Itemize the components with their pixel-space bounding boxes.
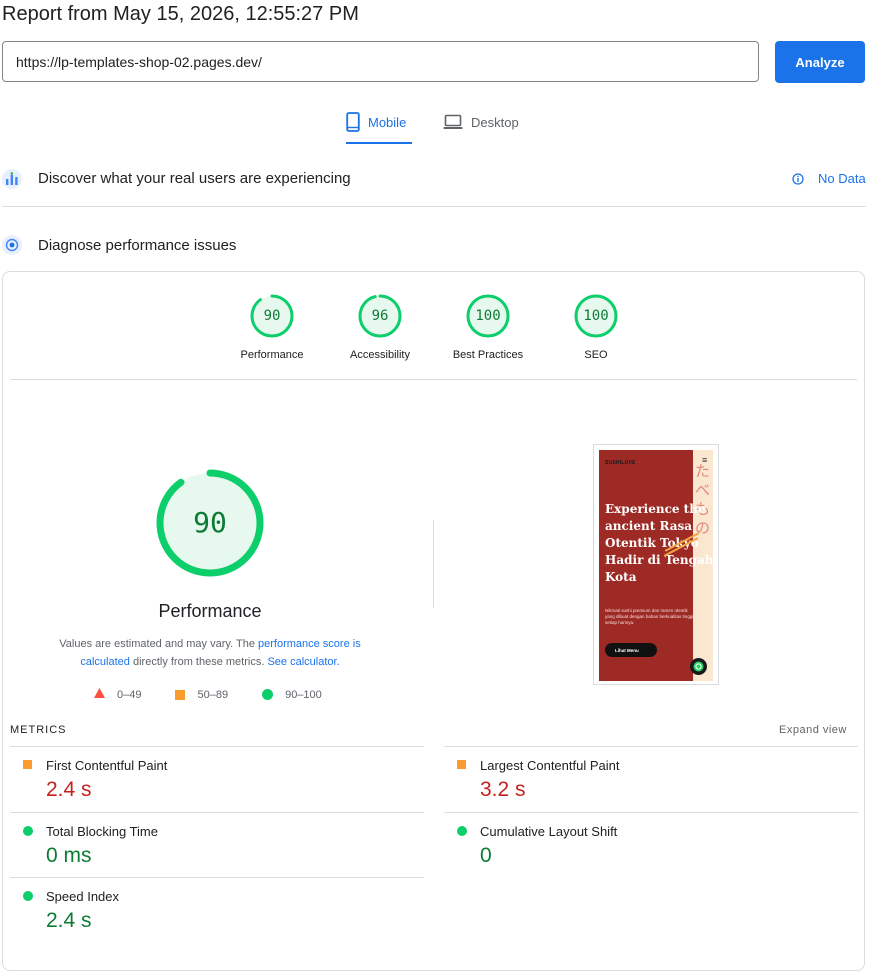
laptop-icon — [443, 114, 463, 129]
screenshot-heading: Experience the ancient Rasa Otentik Toky… — [605, 502, 713, 584]
performance-score: 90 — [263, 308, 281, 324]
field-data-title: Discover what your real users are experi… — [38, 170, 351, 187]
metric-name: Speed Index — [46, 889, 120, 904]
screenshot-body-text: Nikmati sushi premium dan ramen otentik … — [605, 608, 694, 625]
disclaimer-text-1: Values are estimated and may vary. The — [59, 638, 258, 650]
report-title: Report from May 15, 2026, 12:55:27 PM — [2, 3, 359, 25]
metric-speed-index: Speed Index 2.4 s — [10, 877, 424, 942]
best-practices-label: Best Practices — [452, 349, 524, 361]
field-data-status[interactable]: No Data — [792, 171, 866, 186]
screenshot-hero: SUSHILOVE ≡ たべもの Experience the ancient … — [599, 450, 713, 681]
tab-mobile-label: Mobile — [368, 114, 407, 130]
legend-average: 50–89 — [175, 689, 228, 701]
metric-total-blocking-time: Total Blocking Time 0 ms — [10, 812, 424, 877]
seo-gauge[interactable]: 100 SEO — [548, 294, 644, 361]
tab-mobile[interactable]: Mobile — [346, 110, 412, 144]
disclaimer-text-2: directly from these metrics. — [129, 656, 268, 668]
tab-desktop-label: Desktop — [471, 114, 519, 130]
metric-cumulative-layout-shift: Cumulative Layout Shift 0 — [444, 812, 858, 877]
legend-average-range: 50–89 — [197, 688, 229, 701]
performance-main-score: 90 — [193, 506, 227, 539]
whatsapp-icon — [690, 658, 707, 675]
best-practices-gauge[interactable]: 100 Best Practices — [440, 294, 536, 361]
performance-gauge[interactable]: 90 Performance — [224, 294, 320, 361]
pass-circle-icon — [23, 826, 33, 836]
performance-main-label: Performance — [158, 601, 262, 621]
expand-view-toggle[interactable]: Expand view — [779, 724, 847, 736]
gauges-divider — [10, 379, 857, 380]
accessibility-gauge[interactable]: 96 Accessibility — [332, 294, 428, 361]
real-users-chart-icon — [2, 169, 22, 189]
seo-label: SEO — [584, 349, 608, 361]
screenshot-menu-button: Lihat Menu — [605, 643, 657, 657]
page-screenshot[interactable]: SUSHILOVE ≡ たべもの Experience the ancient … — [593, 444, 719, 685]
metric-name: First Contentful Paint — [46, 758, 168, 773]
metric-name: Cumulative Layout Shift — [480, 824, 618, 839]
best-practices-score: 100 — [475, 308, 501, 324]
metric-value: 2.4 s — [46, 778, 92, 801]
pass-circle-icon — [457, 826, 467, 836]
metrics-heading: METRICS — [10, 724, 67, 736]
pass-circle-icon — [23, 891, 33, 901]
accessibility-score: 96 — [371, 308, 389, 324]
section-divider — [2, 206, 866, 207]
legend-fail-range: 0–49 — [117, 688, 142, 701]
lab-data-icon — [2, 235, 22, 255]
accessibility-label: Accessibility — [350, 349, 410, 361]
legend-fail: 0–49 — [94, 688, 141, 701]
legend-pass-range: 90–100 — [285, 688, 322, 701]
analyze-button[interactable]: Analyze — [775, 41, 865, 83]
score-legend: 0–49 50–89 90–100 — [94, 688, 356, 701]
metric-value: 0 — [480, 844, 492, 867]
average-square-icon — [457, 760, 466, 769]
metric-name: Total Blocking Time — [46, 824, 158, 839]
metric-first-contentful-paint: First Contentful Paint 2.4 s — [10, 746, 424, 811]
average-square-icon — [23, 760, 32, 769]
legend-pass: 90–100 — [262, 689, 322, 701]
info-icon — [792, 172, 804, 185]
tab-desktop[interactable]: Desktop — [443, 110, 519, 144]
average-square-icon — [175, 689, 186, 700]
score-disclaimer: Values are estimated and may vary. The p… — [40, 635, 380, 671]
metric-value: 2.4 s — [46, 909, 92, 932]
metric-name: Largest Contentful Paint — [480, 758, 620, 773]
mobile-phone-icon — [346, 112, 360, 132]
seo-score: 100 — [583, 308, 609, 324]
performance-label: Performance — [240, 349, 304, 361]
pass-circle-icon — [262, 689, 274, 700]
url-input[interactable] — [2, 41, 759, 82]
no-data-label: No Data — [818, 171, 866, 186]
metric-largest-contentful-paint: Largest Contentful Paint 3.2 s — [444, 746, 858, 811]
screenshot-logo: SUSHILOVE — [605, 460, 636, 466]
fail-triangle-icon — [94, 688, 105, 701]
metric-value: 0 ms — [46, 844, 92, 867]
vertical-divider — [433, 520, 434, 608]
metric-value: 3.2 s — [480, 778, 526, 801]
diagnose-title: Diagnose performance issues — [38, 237, 237, 254]
see-calculator-link[interactable]: See calculator. — [267, 656, 339, 668]
